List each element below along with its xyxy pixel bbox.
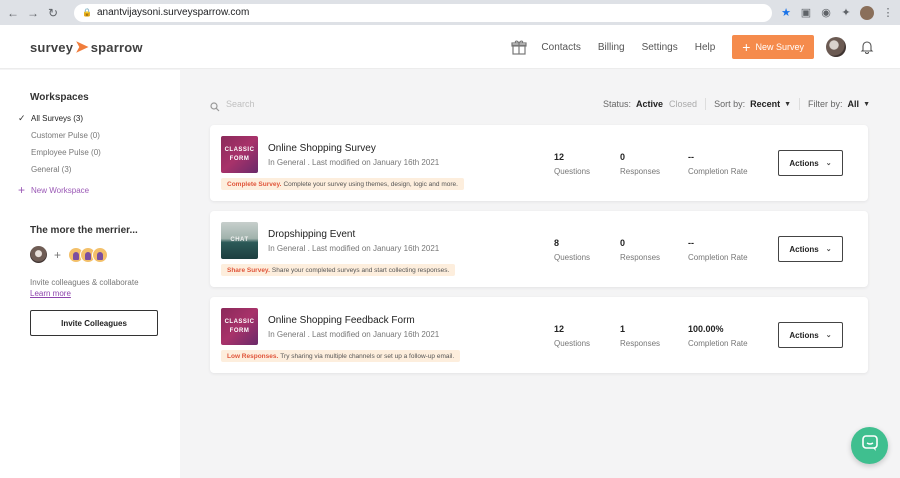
- new-survey-button[interactable]: + New Survey: [732, 35, 814, 59]
- extension-circle-icon[interactable]: ◉: [820, 7, 832, 19]
- responses-stat: 1 Responses: [620, 324, 661, 348]
- sidebar-item-employee-pulse[interactable]: Employee Pulse (0): [18, 144, 101, 161]
- completion-rate-stat: -- Completion Rate: [688, 152, 748, 176]
- back-icon[interactable]: ←: [6, 6, 20, 20]
- filter-dropdown[interactable]: All: [848, 99, 860, 109]
- nav-billing[interactable]: Billing: [598, 42, 625, 53]
- responses-stat: 0 Responses: [620, 152, 661, 176]
- sidebar-item-all-surveys[interactable]: ✓ All Surveys (3): [18, 110, 101, 127]
- survey-thumbnail[interactable]: CLASSIC FORM: [221, 308, 258, 345]
- sidebar-item-general[interactable]: General (3): [18, 161, 101, 178]
- questions-stat: 12 Questions: [554, 152, 591, 176]
- nav-settings[interactable]: Settings: [642, 42, 678, 53]
- main-content: Status: Active Closed Sort by: Recent ▼ …: [180, 70, 900, 478]
- lock-icon: 🔒: [82, 7, 92, 17]
- survey-card[interactable]: CHAT Dropshipping Event In General . Las…: [210, 211, 868, 287]
- questions-stat: 12 Questions: [554, 324, 591, 348]
- completion-rate-stat: 100.00% Completion Rate: [688, 324, 748, 348]
- status-closed-toggle[interactable]: Closed: [669, 99, 697, 109]
- survey-card[interactable]: CLASSIC FORM Online Shopping Survey In G…: [210, 125, 868, 201]
- invite-section-title: The more the merrier...: [30, 225, 138, 236]
- actions-button[interactable]: Actions ⌄: [778, 236, 843, 262]
- sort-label: Sort by:: [714, 99, 746, 109]
- workspace-list: ✓ All Surveys (3) Customer Pulse (0) Emp…: [18, 110, 101, 178]
- survey-title[interactable]: Online Shopping Survey: [268, 143, 376, 154]
- plus-icon: +: [742, 39, 751, 55]
- address-bar[interactable]: 🔒 anantvijaysoni.surveysparrow.com: [74, 3, 772, 22]
- actions-button[interactable]: Actions ⌄: [778, 322, 843, 348]
- extension-icon[interactable]: ▣: [800, 7, 812, 19]
- completion-rate-stat: -- Completion Rate: [688, 238, 748, 262]
- sidebar: Workspaces ✓ All Surveys (3) Customer Pu…: [0, 70, 180, 478]
- kebab-menu-icon[interactable]: ⋮: [882, 7, 894, 19]
- survey-subtitle: In General . Last modified on January 16…: [268, 158, 440, 167]
- actions-button[interactable]: Actions ⌄: [778, 150, 843, 176]
- new-workspace-link[interactable]: + New Workspace: [18, 183, 89, 197]
- survey-card[interactable]: CLASSIC FORM Online Shopping Feedback Fo…: [210, 297, 868, 373]
- bookmark-star-icon[interactable]: ★: [780, 7, 792, 19]
- team-avatars-icon: [68, 246, 109, 263]
- survey-hint-badge: Complete Survey. Complete your survey us…: [221, 178, 464, 190]
- user-avatar-small: [30, 246, 47, 263]
- survey-title[interactable]: Online Shopping Feedback Form: [268, 315, 415, 326]
- status-label: Status:: [603, 99, 632, 109]
- chevron-down-icon: ⌄: [825, 160, 832, 167]
- survey-title[interactable]: Dropshipping Event: [268, 229, 355, 240]
- divider: [799, 98, 801, 110]
- browser-toolbar: ← → ↻ 🔒 anantvijaysoni.surveysparrow.com…: [0, 0, 900, 25]
- plus-icon: +: [54, 247, 62, 262]
- sort-dropdown[interactable]: Recent: [750, 99, 780, 109]
- plus-icon: +: [18, 183, 26, 197]
- surveysparrow-logo[interactable]: survey ➤ sparrow: [30, 37, 143, 57]
- bell-icon[interactable]: [860, 40, 874, 54]
- survey-subtitle: In General . Last modified on January 16…: [268, 244, 440, 253]
- search-icon: [210, 99, 220, 112]
- invite-description: Invite colleagues & collaborate: [30, 278, 139, 287]
- logo-mark-icon: ➤: [75, 39, 89, 56]
- status-active-toggle[interactable]: Active: [636, 99, 663, 109]
- caret-down-icon[interactable]: ▼: [784, 101, 791, 108]
- reload-icon[interactable]: ↻: [46, 6, 60, 20]
- chat-widget-button[interactable]: [851, 427, 888, 464]
- url-text: anantvijaysoni.surveysparrow.com: [97, 7, 250, 18]
- responses-stat: 0 Responses: [620, 238, 661, 262]
- chevron-down-icon: ⌄: [825, 332, 832, 339]
- workspaces-title: Workspaces: [30, 92, 89, 103]
- filter-label: Filter by:: [808, 99, 843, 109]
- learn-more-link[interactable]: Learn more: [30, 289, 71, 298]
- nav-help[interactable]: Help: [695, 42, 716, 53]
- chat-bubble-icon: [861, 434, 879, 457]
- questions-stat: 8 Questions: [554, 238, 591, 262]
- app-header: survey ➤ sparrow Contacts Billing Settin…: [0, 25, 900, 69]
- survey-thumbnail[interactable]: CLASSIC FORM: [221, 136, 258, 173]
- search-input[interactable]: [226, 99, 346, 109]
- check-icon: ✓: [18, 113, 26, 123]
- survey-thumbnail[interactable]: CHAT: [221, 222, 258, 259]
- sidebar-item-customer-pulse[interactable]: Customer Pulse (0): [18, 127, 101, 144]
- survey-hint-badge: Share Survey. Share your completed surve…: [221, 264, 456, 276]
- forward-icon[interactable]: →: [26, 6, 40, 20]
- survey-toolbar: Status: Active Closed Sort by: Recent ▼ …: [210, 97, 870, 112]
- chevron-down-icon: ⌄: [825, 246, 832, 253]
- puzzle-icon[interactable]: ✦: [840, 7, 852, 19]
- collaborator-avatars: +: [30, 246, 109, 263]
- caret-down-icon[interactable]: ▼: [863, 101, 870, 108]
- user-avatar[interactable]: [826, 37, 846, 57]
- gift-icon[interactable]: [511, 39, 528, 55]
- nav-contacts[interactable]: Contacts: [541, 42, 580, 53]
- browser-profile-avatar[interactable]: [860, 5, 874, 20]
- survey-subtitle: In General . Last modified on January 16…: [268, 330, 440, 339]
- survey-hint-badge: Low Responses. Try sharing via multiple …: [221, 350, 461, 362]
- invite-colleagues-button[interactable]: Invite Colleagues: [30, 310, 158, 336]
- divider: [705, 98, 707, 110]
